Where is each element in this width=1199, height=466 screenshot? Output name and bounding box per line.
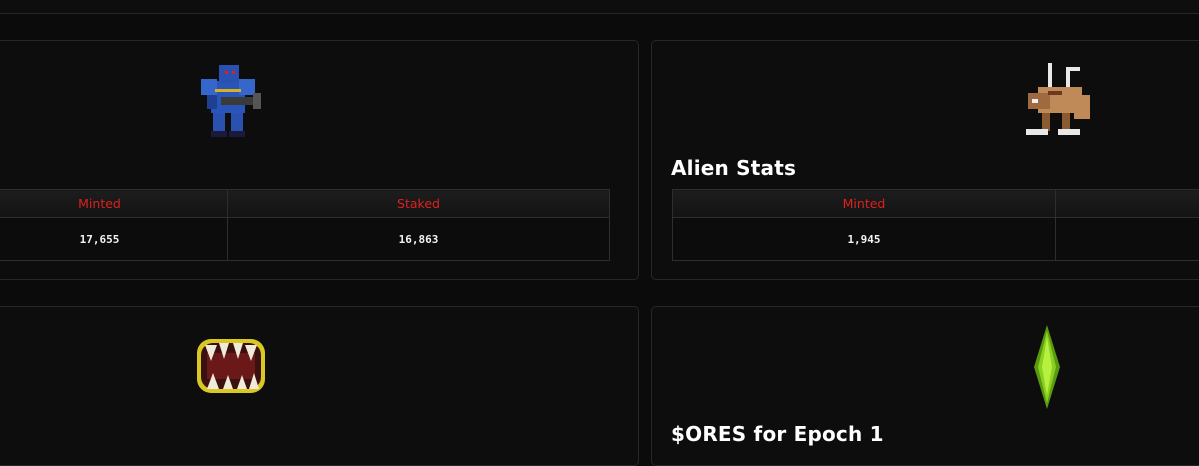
minted-header: Minted	[0, 190, 228, 218]
minted-value: 17,655	[0, 218, 228, 261]
mouth-monster-sprite	[191, 331, 271, 401]
alien-stats-table: Minted 1,945	[672, 189, 1199, 261]
bottom-left-title: s	[0, 422, 1, 446]
green-crystal-icon	[1034, 325, 1060, 409]
space-marine-sprite	[197, 59, 263, 143]
staked-value: 16,863	[228, 218, 610, 261]
marine-stats-table: Minted Staked 17,655 16,863	[0, 189, 610, 261]
ores-card: $ORES for Epoch 1	[651, 306, 1199, 466]
alien-stats-card: Alien Stats Minted 1,945	[651, 40, 1199, 280]
bottom-left-card: s	[0, 306, 639, 466]
alien-minted-value: 1,945	[673, 218, 1056, 261]
ores-title: $ORES for Epoch 1	[671, 422, 884, 446]
marine-stats-card: Minted Staked 17,655 16,863	[0, 40, 639, 280]
alien-second-value	[1056, 218, 1199, 261]
alien-second-header	[1056, 190, 1199, 218]
alien-sprite	[1018, 59, 1098, 141]
top-bar	[0, 0, 1199, 14]
alien-stats-title: Alien Stats	[671, 156, 796, 180]
alien-minted-header: Minted	[673, 190, 1056, 218]
staked-header: Staked	[228, 190, 610, 218]
